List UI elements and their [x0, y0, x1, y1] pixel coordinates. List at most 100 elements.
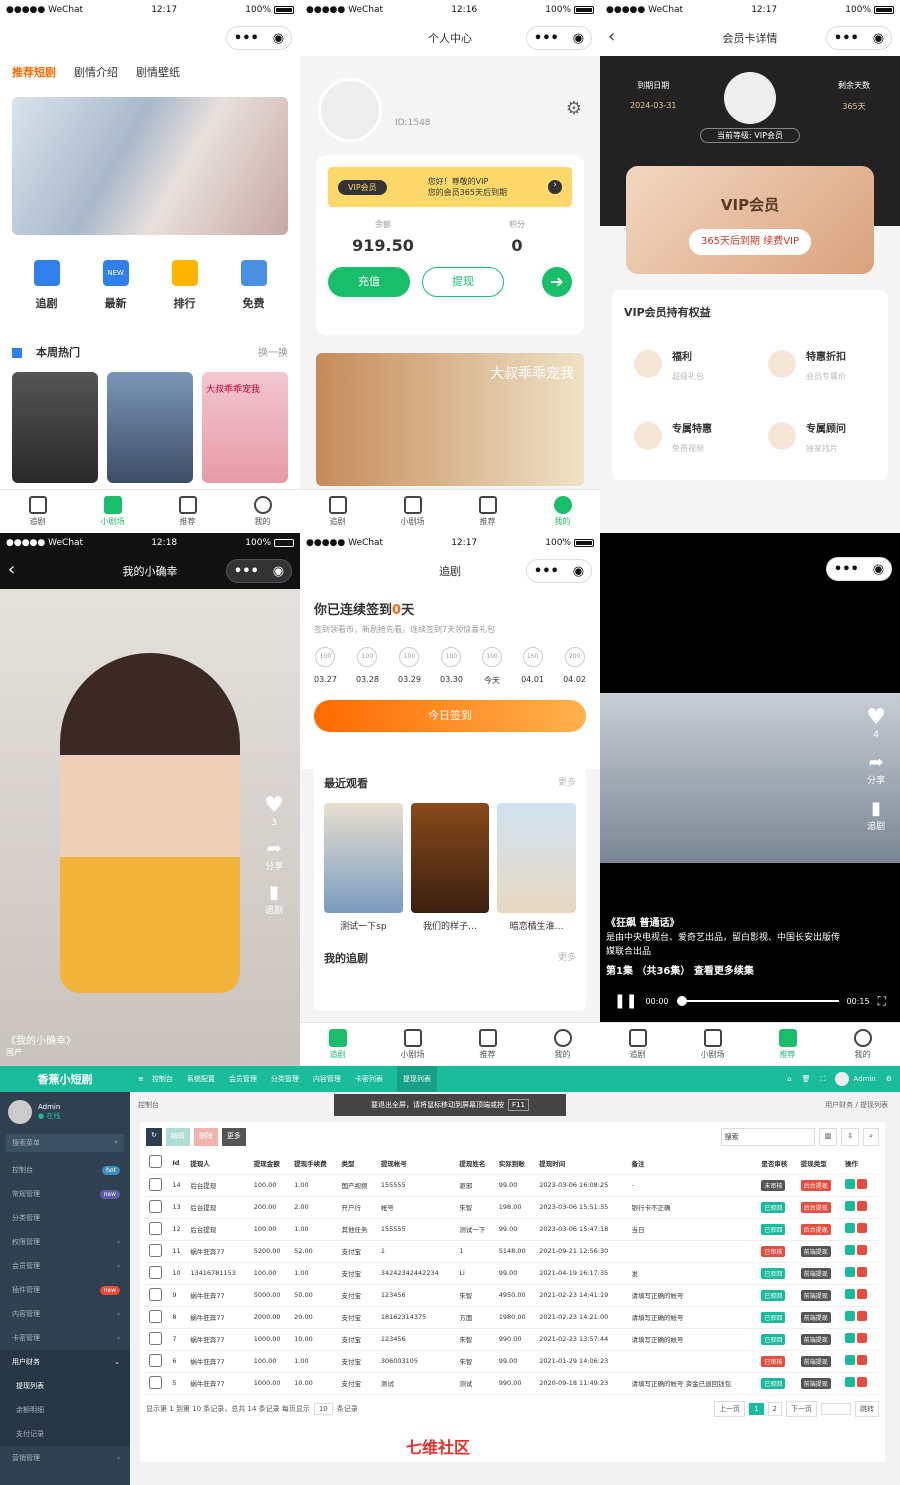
side-menu-item[interactable]: 余额明细 [0, 1398, 130, 1422]
capsule-menu[interactable]: ••• ◉ [526, 26, 592, 50]
side-menu-item[interactable]: 常规管理 new [0, 1182, 130, 1206]
delete-icon[interactable] [857, 1201, 867, 1211]
more-link[interactable]: 更多 [558, 950, 576, 966]
edit-icon[interactable] [845, 1179, 855, 1189]
search-input[interactable]: 搜索 [720, 1128, 815, 1146]
column-header[interactable]: 备注 [628, 1152, 759, 1175]
column-header[interactable]: 是否审核 [758, 1152, 798, 1175]
delete-icon[interactable] [857, 1179, 867, 1189]
tab-theater[interactable]: 小剧场 [75, 490, 150, 533]
refresh-icon[interactable]: ↻ [146, 1128, 162, 1146]
tab-intro[interactable]: 剧情介绍 [74, 64, 118, 80]
side-menu-item[interactable]: 权限管理 ‹ [0, 1230, 130, 1254]
episode-link[interactable]: 第1集 （共36集） 查看更多续集 [606, 965, 846, 979]
video-frame[interactable] [60, 653, 240, 993]
withdraw-button[interactable]: 提现 [422, 267, 504, 297]
row-checkbox[interactable] [149, 1353, 162, 1367]
back-icon[interactable]: ‹ [8, 559, 15, 580]
side-menu-item[interactable]: 用户财务 ⌄ [0, 1350, 130, 1374]
export-icon[interactable]: ⇩ [841, 1128, 860, 1146]
edit-button[interactable]: 编辑 [165, 1128, 190, 1146]
vip-banner[interactable]: VIP会员 您好！尊敬的VIP 您的会员365天后到期 › [328, 167, 572, 207]
page-size-select[interactable]: 10 [313, 1402, 333, 1415]
top-menu-cards[interactable]: 卡密列表 [355, 1074, 383, 1084]
column-header[interactable]: 提现时间 [536, 1152, 629, 1175]
row-checkbox[interactable] [149, 1287, 162, 1301]
column-header[interactable]: Id [169, 1152, 188, 1175]
share-icon[interactable]: ➦ [264, 838, 284, 859]
table-row[interactable]: 5 蜗牛狂奔77 1000.00 10.00 支付宝 测试 测试 990.00 2020-09-… [146, 1372, 879, 1395]
table-row[interactable]: 6 蜗牛狂奔77 100.00 1.00 支付宝 306003105 朱智 99.00 2021… [146, 1350, 879, 1373]
column-header[interactable]: 实际到账 [495, 1152, 537, 1175]
column-header[interactable]: 类型 [338, 1152, 378, 1175]
row-checkbox[interactable] [149, 1243, 162, 1257]
renew-button[interactable]: 365天后到期 续费VIP [689, 229, 811, 255]
progress-bar[interactable] [676, 996, 839, 1006]
trash-icon[interactable]: 🗑 [802, 1075, 811, 1083]
side-menu-item[interactable]: 分类管理 [0, 1206, 130, 1230]
tab-mine[interactable]: 我的 [225, 490, 300, 533]
table-row[interactable]: 14 后台提现 100.00 1.00 国产视频 155555 驱邪 99.00 2023-03… [146, 1174, 879, 1197]
capsule-menu[interactable]: ••• ◉ [226, 26, 292, 50]
tab-wallpaper[interactable]: 剧情壁纸 [136, 64, 180, 80]
delete-icon[interactable] [857, 1311, 867, 1321]
delete-icon[interactable] [857, 1333, 867, 1343]
capsule-menu[interactable]: ••• ◉ [826, 26, 892, 50]
side-menu-item[interactable]: 插件管理 new [0, 1278, 130, 1302]
expand-icon[interactable]: ⛶ [821, 1075, 826, 1084]
page-2[interactable]: 2 [767, 1401, 782, 1416]
column-header[interactable]: 提现类型 [797, 1152, 842, 1175]
capsule-menu[interactable]: ••• ◉ [526, 559, 592, 583]
column-header[interactable]: 提现金额 [250, 1152, 292, 1175]
video-frame[interactable] [600, 693, 900, 863]
column-header[interactable]: 操作 [842, 1152, 879, 1175]
top-menu-category[interactable]: 分类管理 [271, 1074, 299, 1084]
table-row[interactable]: 7 蜗牛狂奔77 1000.00 10.00 支付宝 123456 朱智 990.00 2021… [146, 1328, 879, 1351]
recent-item[interactable]: 测试一下sp [324, 803, 403, 932]
hot-poster-1[interactable] [12, 372, 98, 483]
quick-new[interactable]: NEW 最新 [81, 252, 150, 322]
side-menu-item[interactable]: 提现列表 [0, 1374, 130, 1398]
search-icon[interactable]: ⌕ [863, 1128, 879, 1146]
row-checkbox[interactable] [149, 1199, 162, 1213]
edit-icon[interactable] [845, 1311, 855, 1321]
table-row[interactable]: 10 13416781153 100.00 1.00 支付宝 34242342442234… [146, 1262, 879, 1285]
table-row[interactable]: 9 蜗牛狂奔77 5000.00 50.00 支付宝 123456 朱智 4950.00 202… [146, 1284, 879, 1307]
delete-button[interactable]: 删除 [193, 1128, 218, 1146]
avatar[interactable] [318, 78, 382, 142]
side-menu-item[interactable]: 会员管理 ‹ [0, 1254, 130, 1278]
side-menu-item[interactable]: 卡密管理 ‹ [0, 1326, 130, 1350]
edit-icon[interactable] [845, 1289, 855, 1299]
column-header[interactable]: 提现姓名 [456, 1152, 496, 1175]
checkin-button[interactable]: 今日签到 [314, 700, 586, 732]
refresh-link[interactable]: 换一换 [258, 344, 288, 360]
row-checkbox[interactable] [149, 1309, 162, 1323]
columns-icon[interactable]: ▥ [818, 1128, 838, 1146]
edit-icon[interactable] [845, 1245, 855, 1255]
top-menu-dashboard[interactable]: 控制台 [152, 1074, 173, 1084]
banner-image[interactable] [12, 97, 288, 235]
recent-item[interactable]: 我们的样子… [410, 803, 490, 932]
capsule-menu[interactable]: ••• ◉ [226, 559, 292, 583]
gear-icon[interactable]: ⚙ [886, 1075, 892, 1083]
back-icon[interactable]: ‹ [608, 26, 615, 47]
tab-recommend-bottom[interactable]: 推荐 [150, 490, 225, 533]
share-icon[interactable]: ➦ [866, 752, 886, 773]
edit-icon[interactable] [845, 1201, 855, 1211]
bookmark-icon[interactable]: ▮ [264, 882, 284, 903]
more-link[interactable]: 更多 [558, 775, 576, 791]
side-menu-item[interactable]: 营销管理 ‹ [0, 1446, 130, 1470]
heart-icon[interactable]: ♥ [866, 705, 886, 730]
row-checkbox[interactable] [149, 1177, 162, 1191]
row-checkbox[interactable] [149, 1375, 162, 1389]
menu-search[interactable]: 搜索菜单 ⌕ [6, 1134, 124, 1152]
row-checkbox[interactable] [149, 1265, 162, 1279]
fullscreen-icon[interactable]: ⛶ [878, 994, 886, 1009]
select-all-checkbox[interactable] [149, 1155, 162, 1169]
row-checkbox[interactable] [149, 1221, 162, 1235]
share-icon[interactable]: ➜ [542, 267, 572, 297]
recent-item[interactable]: 暗恋橘生淮… [497, 803, 577, 932]
edit-icon[interactable] [845, 1377, 855, 1387]
side-menu-item[interactable]: 内容管理 ‹ [0, 1302, 130, 1326]
page-1[interactable]: 1 [749, 1402, 764, 1415]
